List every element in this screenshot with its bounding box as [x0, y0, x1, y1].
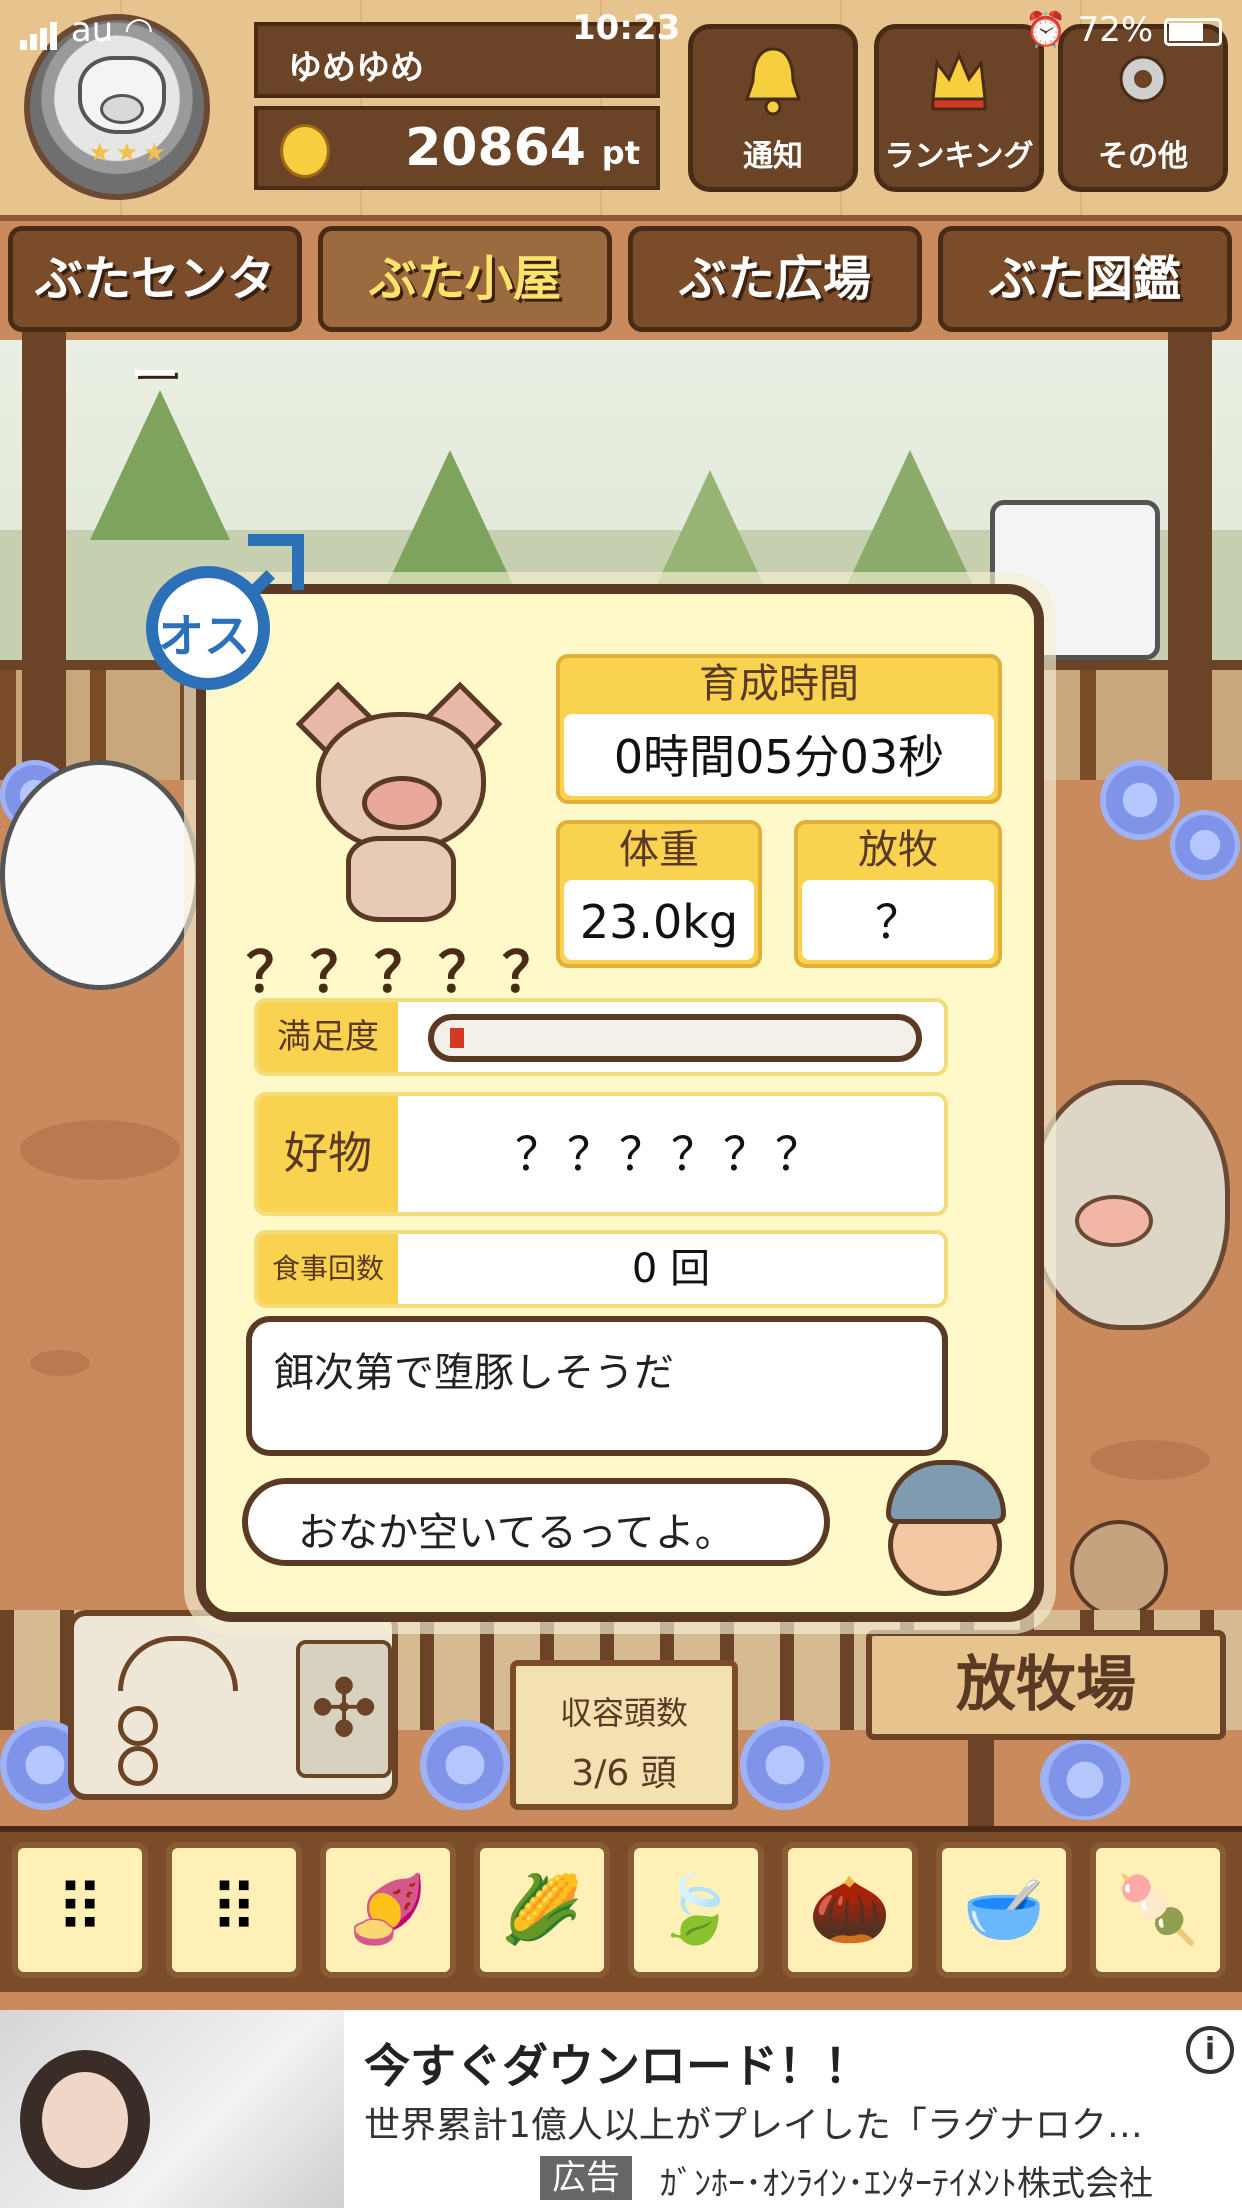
- weight-value: 23.0kg: [564, 880, 754, 960]
- mixed-grain-icon[interactable]: ⠿: [166, 1842, 302, 1978]
- control-machine[interactable]: ✣: [68, 1610, 398, 1800]
- meatball-plate-icon[interactable]: 🍡: [1090, 1842, 1226, 1978]
- grain-bowl-icon[interactable]: 🥣: [936, 1842, 1072, 1978]
- capacity-label: 収容頭数: [559, 1694, 688, 1732]
- acorn-icon[interactable]: 🌰: [782, 1842, 918, 1978]
- battery-icon: [1164, 17, 1222, 46]
- alarm-icon: ⏰: [1024, 10, 1078, 50]
- satisfaction-label: 満足度: [258, 1002, 398, 1072]
- notification-label: 通知: [743, 139, 803, 174]
- meal-count-row: 食事回数 0 回: [254, 1230, 948, 1308]
- carrier: au ◠: [20, 10, 154, 50]
- favorite-label: 好物: [258, 1096, 398, 1212]
- growth-time-label: 育成時間: [699, 661, 859, 707]
- capacity-value: 3/6 頭: [571, 1753, 677, 1794]
- meals-label: 食事回数: [258, 1234, 398, 1304]
- tab-buta-center[interactable]: ぶたセンター: [8, 226, 302, 403]
- corn-icon[interactable]: 🌽: [474, 1842, 610, 1978]
- sparrow: [1070, 1520, 1168, 1618]
- rank-stars-icon: ★★★: [88, 138, 170, 168]
- capacity-sign: 収容頭数 3/6 頭: [510, 1660, 738, 1810]
- hydrangea-flower: [740, 1720, 830, 1810]
- points-value: 20864: [405, 118, 586, 178]
- growth-time-value: 0時間05分03秒: [564, 714, 994, 796]
- grazing-box: 放牧 ？: [794, 820, 1002, 968]
- scale-gauge-icon: [98, 1636, 268, 1786]
- other-label: その他: [1098, 139, 1188, 174]
- hydrangea-flower: [1040, 1740, 1130, 1820]
- food-bar: ⠿ ⠿ 🍠 🌽 🍃 🌰 🥣 🍡: [0, 1826, 1242, 1992]
- favorite-value: ？？？？？？: [515, 1127, 827, 1181]
- carrier-name: au: [70, 10, 114, 50]
- farmer-speech-bubble: おなか空いてるってよ。: [242, 1478, 830, 1566]
- gender-label: オス: [158, 609, 250, 663]
- tab-buta-hut[interactable]: ぶた小屋: [318, 226, 612, 332]
- beans-leaf-icon[interactable]: 🍃: [628, 1842, 764, 1978]
- ad-sponsor: ｶﾞﾝﾎｰ･ｵﾝﾗｲﾝ･ｴﾝﾀｰﾃｲﾒﾝﾄ株式会社: [660, 2164, 1153, 2204]
- grazing-label: 放牧: [858, 827, 938, 873]
- pig-status-card[interactable]: ？？？？？ 育成時間 0時間05分03秒 体重 23.0kg 放牧 ？ 満足度 …: [196, 584, 1044, 1622]
- coin-icon: [280, 124, 330, 178]
- meals-value: 0 回: [631, 1246, 711, 1292]
- grazing-value: ？: [802, 880, 994, 960]
- background-pig[interactable]: [1030, 1080, 1230, 1330]
- tab-bar: ぶたセンター ぶた小屋 ぶた広場 ぶた図鑑: [0, 218, 1242, 403]
- satisfaction-gauge: [428, 1014, 922, 1062]
- points-unit: pt: [601, 134, 640, 172]
- hydrangea-flower: [1170, 810, 1240, 880]
- points-box: 20864 pt: [254, 106, 660, 190]
- pig-name: ？？？？？: [246, 941, 566, 1006]
- sign-post: [968, 1740, 994, 1830]
- tab-buta-encyclopedia[interactable]: ぶた図鑑: [938, 226, 1232, 332]
- hydrangea-flower: [1100, 760, 1180, 840]
- male-gender-icon: オス: [140, 530, 310, 700]
- favorite-food-row: 好物 ？？？？？？: [254, 1092, 948, 1216]
- satisfaction-row: 満足度: [254, 998, 948, 1076]
- pasture-sign[interactable]: 放牧場: [866, 1630, 1226, 1740]
- grain-pile-icon[interactable]: ⠿: [12, 1842, 148, 1978]
- tab-buta-plaza[interactable]: ぶた広場: [628, 226, 922, 332]
- ad-banner[interactable]: 今すぐダウンロード！！ 世界累計1億人以上がプレイした「ラグナロク… 広告 ｶﾞ…: [0, 2010, 1242, 2208]
- ad-tag: 広告: [540, 2156, 632, 2200]
- comment-text: 餌次第で堕豚しそうだ: [274, 1350, 674, 1396]
- ad-title[interactable]: 今すぐダウンロード！！: [364, 2030, 870, 2096]
- ad-text[interactable]: 世界累計1億人以上がプレイした「ラグナロク…: [364, 2096, 1143, 2148]
- dirt-spot: [1090, 1440, 1210, 1480]
- sweet-potato-icon[interactable]: 🍠: [320, 1842, 456, 1978]
- wifi-icon: ◠: [124, 10, 154, 50]
- battery: ⏰ 72%: [1024, 10, 1222, 50]
- fan-icon[interactable]: ✣: [296, 1640, 392, 1778]
- ad-image[interactable]: [0, 2010, 344, 2208]
- pig-body: [346, 836, 456, 922]
- weight-box: 体重 23.0kg: [556, 820, 762, 968]
- signal-icon: [20, 10, 60, 50]
- dirt-spot: [30, 1350, 90, 1376]
- pig-snout: [362, 776, 442, 830]
- comment-bubble: 餌次第で堕豚しそうだ: [246, 1316, 948, 1456]
- pig-portrait: [295, 681, 503, 922]
- clock: 10:23: [572, 8, 681, 48]
- status-bar: au ◠ 10:23 ⏰ 72%: [0, 0, 1242, 60]
- dirt-spot: [20, 1120, 180, 1180]
- satisfaction-gauge-fill: [450, 1028, 464, 1048]
- battery-percent: 72%: [1077, 10, 1154, 50]
- white-pig[interactable]: [0, 760, 200, 990]
- growth-time-box: 育成時間 0時間05分03秒: [556, 654, 1002, 804]
- hydrangea-flower: [420, 1720, 510, 1810]
- farmer-avatar: [878, 1460, 1006, 1596]
- ranking-label: ランキング: [884, 139, 1034, 174]
- farmer-line: おなか空いてるってよ。: [298, 1510, 735, 1556]
- avatar-snout: [100, 94, 144, 124]
- info-icon[interactable]: i: [1186, 2026, 1234, 2074]
- weight-label: 体重: [619, 827, 699, 873]
